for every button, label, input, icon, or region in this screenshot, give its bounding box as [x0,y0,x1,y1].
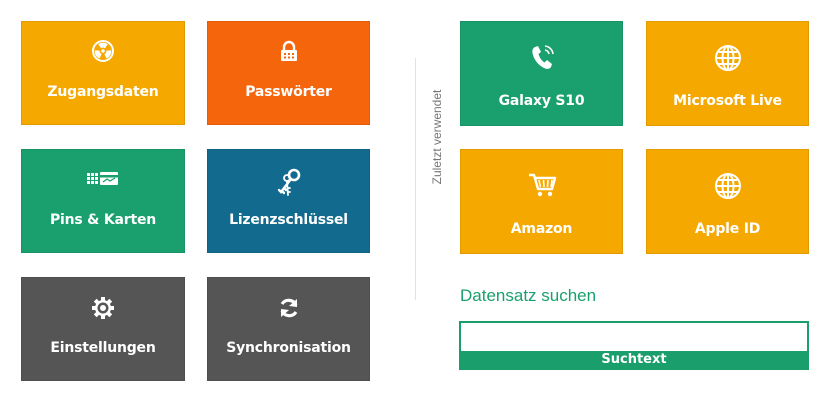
sync-icon [208,296,369,320]
tile-label: Zugangsdaten [47,84,159,100]
tile-pins-karten[interactable]: Pins & Karten [21,149,185,253]
search-button[interactable]: Suchtext [461,351,807,368]
tile-einstellungen[interactable]: Einstellungen [21,277,185,381]
recent-tile-microsoft-live[interactable]: Microsoft Live [646,21,809,126]
radiation-icon [22,40,184,62]
section-divider [415,58,416,300]
tile-zugangsdaten[interactable]: Zugangsdaten [21,21,185,125]
globe-icon [647,172,808,200]
tile-label: Amazon [510,221,573,237]
tile-label: Galaxy S10 [498,93,585,109]
tile-label: Synchronisation [226,340,351,356]
tile-synchronisation[interactable]: Synchronisation [207,277,370,381]
tile-label: Pins & Karten [49,212,157,228]
tile-label: Microsoft Live [673,93,782,109]
tile-label: Passwörter [245,84,332,100]
gear-icon [22,296,184,320]
tile-lizenzschluessel[interactable]: Lizenzschlüssel [207,149,370,253]
search-title: Datensatz suchen [460,286,597,305]
phone-icon [461,44,622,72]
cards-icon [22,168,184,190]
search-box: Suchtext [459,321,809,370]
lock-icon [208,40,369,62]
recent-heading: Zuletzt verwendet [430,89,444,185]
search-input[interactable] [461,323,807,353]
recent-tile-amazon[interactable]: Amazon [460,149,623,254]
globe-icon [647,44,808,72]
keys-icon [208,168,369,198]
recent-tile-galaxy-s10[interactable]: Galaxy S10 [460,21,623,126]
tile-passwoerter[interactable]: Passwörter [207,21,370,125]
tile-label: Lizenzschlüssel [229,212,348,228]
tile-label: Einstellungen [50,340,156,356]
recent-tile-apple-id[interactable]: Apple ID [646,149,809,254]
cart-icon [461,172,622,198]
tile-label: Apple ID [694,221,761,237]
